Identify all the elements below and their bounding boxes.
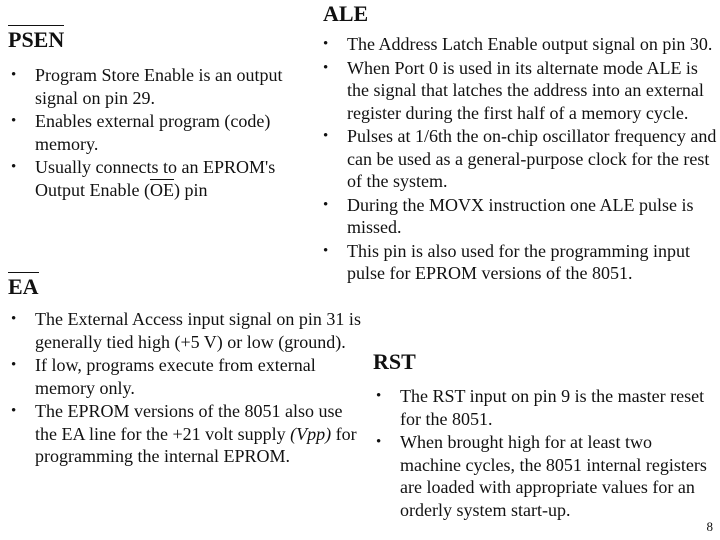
list-item: The EPROM versions of the 8051 also use … bbox=[8, 400, 363, 468]
psen-title: PSEN bbox=[8, 25, 65, 52]
list-item: Pulses at 1/6th the on-chip oscillator f… bbox=[320, 125, 720, 193]
list-item: The Address Latch Enable output signal o… bbox=[320, 33, 720, 56]
oe-signal: OE bbox=[149, 179, 174, 200]
list-item: When brought high for at least two machi… bbox=[373, 431, 708, 521]
list-item: Usually connects to an EPROM's Output En… bbox=[8, 156, 328, 201]
ea-title: EA bbox=[8, 272, 39, 299]
rst-section: RST The RST input on pin 9 is the master… bbox=[373, 350, 708, 521]
list-item: The External Access input signal on pin … bbox=[8, 308, 363, 353]
ea-section: EA The External Access input signal on p… bbox=[8, 272, 363, 468]
list-item: This pin is also used for the programmin… bbox=[320, 240, 720, 285]
list-item: When Port 0 is used in its alternate mod… bbox=[320, 57, 720, 125]
psen-bullet-list: Program Store Enable is an output signal… bbox=[8, 64, 328, 201]
page-number: 8 bbox=[706, 519, 714, 534]
list-item: If low, programs execute from external m… bbox=[8, 354, 363, 399]
rst-heading: RST bbox=[373, 349, 416, 374]
bullet-text: ) pin bbox=[173, 179, 208, 200]
psen-heading: PSEN bbox=[8, 25, 328, 52]
psen-section: PSEN Program Store Enable is an output s… bbox=[8, 25, 328, 201]
vpp-label: (Vpp) bbox=[290, 423, 332, 444]
list-item: Enables external program (code) memory. bbox=[8, 110, 328, 155]
ea-heading: EA bbox=[8, 272, 363, 299]
ale-section: ALE The Address Latch Enable output sign… bbox=[320, 2, 720, 285]
ale-bullet-list: The Address Latch Enable output signal o… bbox=[320, 33, 720, 285]
list-item: Program Store Enable is an output signal… bbox=[8, 64, 328, 109]
rst-bullet-list: The RST input on pin 9 is the master res… bbox=[373, 385, 708, 521]
list-item: During the MOVX instruction one ALE puls… bbox=[320, 194, 720, 239]
ale-heading: ALE bbox=[323, 1, 369, 26]
list-item: The RST input on pin 9 is the master res… bbox=[373, 385, 708, 430]
ea-bullet-list: The External Access input signal on pin … bbox=[8, 308, 363, 468]
